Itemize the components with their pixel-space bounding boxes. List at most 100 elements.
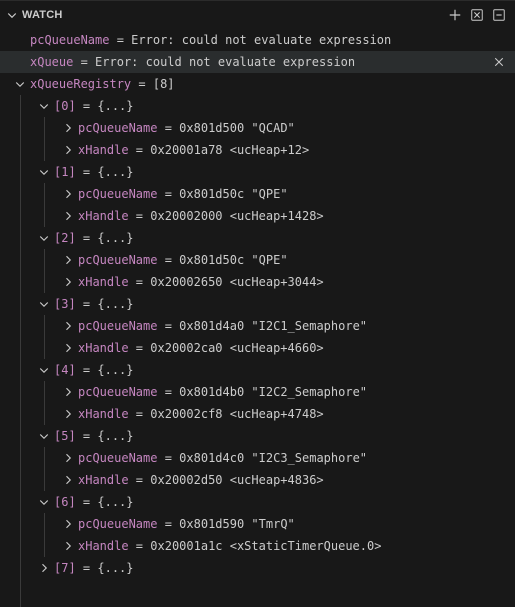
- field-row-xhandle[interactable]: xHandle = 0x20002d50 <ucHeap+4836>: [0, 469, 515, 491]
- indent-guide: [44, 513, 45, 557]
- field-row-pcqueuename[interactable]: pcQueueName = 0x801d4a0 "I2C1_Semaphore": [0, 315, 515, 337]
- remove-expression-icon[interactable]: [491, 54, 507, 70]
- watch-section-header[interactable]: WATCH: [0, 0, 515, 29]
- registry-item-value: {...}: [97, 561, 134, 575]
- expression-value: [8]: [152, 77, 175, 91]
- registry-item-value: {...}: [97, 297, 134, 311]
- collapse-all-icon[interactable]: [469, 7, 485, 23]
- registry-item-row[interactable]: [2] = {...}: [0, 227, 515, 249]
- watch-expression-row[interactable]: xQueue = Error: could not evaluate expre…: [0, 51, 515, 73]
- registry-item-value: {...}: [97, 429, 134, 443]
- field-row-pcqueuename[interactable]: pcQueueName = 0x801d50c "QPE": [0, 183, 515, 205]
- field-row-pcqueuename[interactable]: pcQueueName = 0x801d4c0 "I2C3_Semaphore": [0, 447, 515, 469]
- expression-name: xQueue: [30, 55, 74, 69]
- field-value: 0x20001a1c <xStaticTimerQueue.0>: [150, 539, 382, 553]
- field-value: 0x801d4c0 "I2C3_Semaphore": [179, 451, 368, 465]
- field-row-pcqueuename[interactable]: pcQueueName = 0x801d50c "QPE": [0, 249, 515, 271]
- expression-value: Error: could not evaluate expression: [131, 33, 392, 47]
- chevron-right-icon[interactable]: [60, 186, 76, 202]
- chevron-right-icon[interactable]: [60, 120, 76, 136]
- equals-sign: =: [75, 99, 98, 113]
- chevron-right-icon[interactable]: [60, 384, 76, 400]
- equals-sign: =: [128, 407, 151, 421]
- field-row-xhandle[interactable]: xHandle = 0x20001a1c <xStaticTimerQueue.…: [0, 535, 515, 557]
- field-row-pcqueuename[interactable]: pcQueueName = 0x801d4b0 "I2C2_Semaphore": [0, 381, 515, 403]
- watch-expression-row[interactable]: pcQueueName = Error: could not evaluate …: [0, 29, 515, 51]
- registry-item-value: {...}: [97, 495, 134, 509]
- chevron-right-icon[interactable]: [60, 208, 76, 224]
- chevron-right-icon[interactable]: [60, 406, 76, 422]
- registry-index: [4]: [54, 363, 76, 377]
- expression-value: Error: could not evaluate expression: [95, 55, 356, 69]
- chevron-down-icon[interactable]: [36, 98, 52, 114]
- indent-guide: [20, 95, 21, 607]
- indent-guide: [44, 183, 45, 227]
- equals-sign: =: [128, 473, 151, 487]
- equals-sign: =: [75, 561, 98, 575]
- watch-expression-row[interactable]: xQueueRegistry = [8]: [0, 73, 515, 95]
- equals-sign: =: [157, 319, 180, 333]
- chevron-right-icon[interactable]: [60, 450, 76, 466]
- chevron-down-icon[interactable]: [36, 494, 52, 510]
- registry-item-row[interactable]: [7] = {...}: [0, 557, 515, 579]
- chevron-down-icon[interactable]: [36, 230, 52, 246]
- registry-item-value: {...}: [97, 165, 134, 179]
- field-row-xhandle[interactable]: xHandle = 0x20002650 <ucHeap+3044>: [0, 271, 515, 293]
- chevron-right-icon[interactable]: [60, 340, 76, 356]
- row-spacer: [12, 54, 28, 70]
- registry-index: [5]: [54, 429, 76, 443]
- chevron-down-icon[interactable]: [36, 362, 52, 378]
- chevron-right-icon[interactable]: [36, 560, 52, 576]
- indent-guide: [44, 249, 45, 293]
- indent-guide: [44, 315, 45, 359]
- watch-title: WATCH: [22, 9, 63, 21]
- registry-item-row[interactable]: [6] = {...}: [0, 491, 515, 513]
- chevron-right-icon[interactable]: [60, 142, 76, 158]
- registry-item-row[interactable]: [0] = {...}: [0, 95, 515, 117]
- chevron-down-icon[interactable]: [36, 164, 52, 180]
- chevron-down-icon[interactable]: [12, 76, 28, 92]
- chevron-right-icon[interactable]: [60, 516, 76, 532]
- field-value: 0x20002cf8 <ucHeap+4748>: [150, 407, 324, 421]
- registry-index: [0]: [54, 99, 76, 113]
- registry-item-row[interactable]: [1] = {...}: [0, 161, 515, 183]
- chevron-right-icon[interactable]: [60, 472, 76, 488]
- equals-sign: =: [157, 121, 180, 135]
- chevron-down-icon[interactable]: [36, 428, 52, 444]
- equals-sign: =: [128, 143, 151, 157]
- equals-sign: =: [157, 187, 180, 201]
- field-value: 0x801d4a0 "I2C1_Semaphore": [179, 319, 368, 333]
- field-row-pcqueuename[interactable]: pcQueueName = 0x801d590 "TmrQ": [0, 513, 515, 535]
- field-row-xhandle[interactable]: xHandle = 0x20001a78 <ucHeap+12>: [0, 139, 515, 161]
- add-expression-icon[interactable]: [447, 7, 463, 23]
- chevron-right-icon[interactable]: [60, 318, 76, 334]
- chevron-down-icon[interactable]: [2, 9, 22, 21]
- registry-item-row[interactable]: [4] = {...}: [0, 359, 515, 381]
- registry-item-row[interactable]: [5] = {...}: [0, 425, 515, 447]
- field-value: 0x20002d50 <ucHeap+4836>: [150, 473, 324, 487]
- field-name: pcQueueName: [78, 385, 158, 399]
- registry-index: [1]: [54, 165, 76, 179]
- chevron-down-icon[interactable]: [36, 296, 52, 312]
- equals-sign: =: [128, 209, 151, 223]
- field-row-xhandle[interactable]: xHandle = 0x20002000 <ucHeap+1428>: [0, 205, 515, 227]
- field-name: pcQueueName: [78, 517, 158, 531]
- field-name: pcQueueName: [78, 451, 158, 465]
- chevron-right-icon[interactable]: [60, 538, 76, 554]
- equals-sign: =: [75, 429, 98, 443]
- field-value: 0x801d590 "TmrQ": [179, 517, 295, 531]
- field-value: 0x801d4b0 "I2C2_Semaphore": [179, 385, 368, 399]
- remove-all-icon[interactable]: [491, 7, 507, 23]
- registry-index: [7]: [54, 561, 76, 575]
- field-row-xhandle[interactable]: xHandle = 0x20002ca0 <ucHeap+4660>: [0, 337, 515, 359]
- field-row-xhandle[interactable]: xHandle = 0x20002cf8 <ucHeap+4748>: [0, 403, 515, 425]
- equals-sign: =: [128, 275, 151, 289]
- field-name: xHandle: [78, 143, 129, 157]
- chevron-right-icon[interactable]: [60, 274, 76, 290]
- registry-item-row[interactable]: [3] = {...}: [0, 293, 515, 315]
- equals-sign: =: [128, 539, 151, 553]
- equals-sign: =: [157, 253, 180, 267]
- field-name: pcQueueName: [78, 121, 158, 135]
- chevron-right-icon[interactable]: [60, 252, 76, 268]
- field-row-pcqueuename[interactable]: pcQueueName = 0x801d500 "QCAD": [0, 117, 515, 139]
